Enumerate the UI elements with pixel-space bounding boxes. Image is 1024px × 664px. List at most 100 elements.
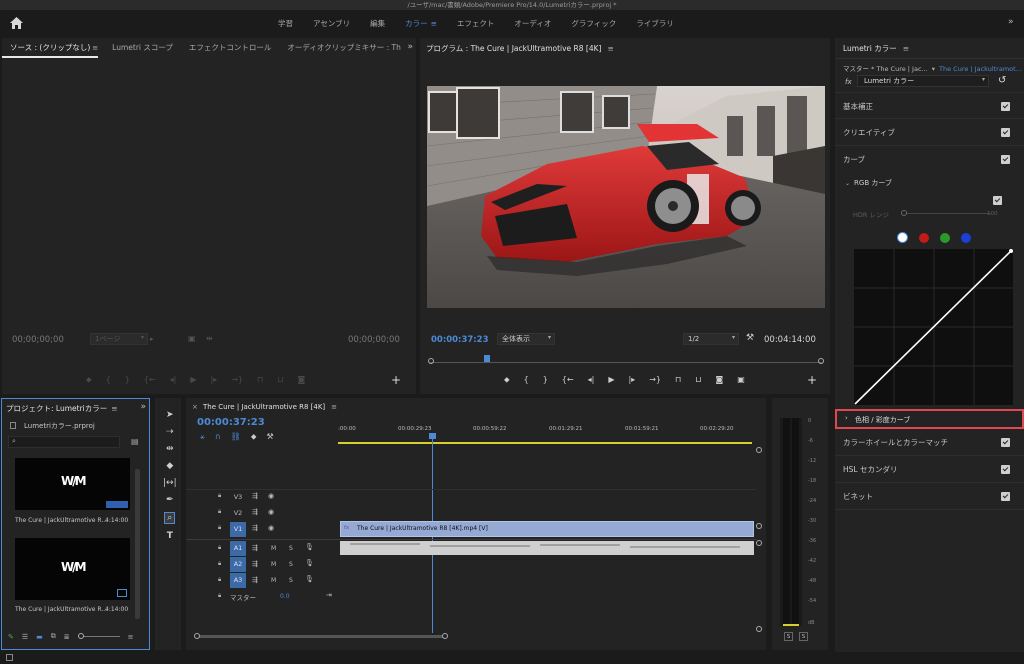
step-back-icon[interactable]: ◂| xyxy=(588,375,595,385)
lumetri-title[interactable]: Lumetri カラー ≡ xyxy=(843,43,909,54)
workspace-assembly[interactable]: アセンブリ xyxy=(303,18,360,29)
section-hsl[interactable]: HSL セカンダリ xyxy=(835,456,1024,483)
program-scrubber[interactable] xyxy=(428,355,824,366)
zoom-slider[interactable] xyxy=(77,633,120,639)
step-back-icon[interactable]: ◂| xyxy=(170,375,177,385)
timeline-title[interactable]: The Cure | JackUltramotive R8 [4K] ≡ xyxy=(203,403,337,411)
section-vignette[interactable]: ビネット xyxy=(835,483,1024,510)
step-forward-icon[interactable]: |▸ xyxy=(210,375,217,385)
compare-icon[interactable]: ▣ xyxy=(737,375,745,385)
reset-icon[interactable]: ↺ xyxy=(998,75,1006,86)
hdr-range-slider[interactable] xyxy=(901,210,991,216)
workspace-menu-icon[interactable]: ≡ xyxy=(431,19,447,28)
project-scrollbar[interactable] xyxy=(135,469,140,619)
section-curves[interactable]: カーブ xyxy=(835,146,1024,173)
marker-icon[interactable]: ⬥ xyxy=(86,375,92,385)
go-to-in-icon[interactable]: {← xyxy=(144,375,156,385)
lift-icon[interactable]: ⊓ xyxy=(675,375,681,385)
workspace-learn[interactable]: 学習 xyxy=(268,18,303,29)
section-hue-sat-highlight[interactable]: › 色相 / 彩度カーブ xyxy=(835,409,1024,429)
program-timecode[interactable]: 00:00:37:23 xyxy=(431,335,489,345)
video-clip[interactable]: fx The Cure | JackUltramotive R8 [4K].mp… xyxy=(340,521,754,537)
eye-icon[interactable]: ◉ xyxy=(268,492,274,500)
go-to-end-icon[interactable]: ⇥ xyxy=(326,591,332,599)
track-select-tool-icon[interactable]: ⇢ xyxy=(166,427,174,437)
track-a1[interactable]: 🔒︎ A1 ⇶ M S 🎙︎ xyxy=(186,541,338,557)
source-page-select[interactable]: 1ページ ▾ xyxy=(90,333,148,345)
sync-icon[interactable]: ⇶ xyxy=(252,576,258,584)
lock-icon[interactable]: 🔒︎ xyxy=(218,592,221,600)
mic-icon[interactable]: 🎙︎ xyxy=(305,559,314,567)
pen-tool-icon[interactable]: ✒ xyxy=(166,495,174,505)
timeline-settings-icon[interactable]: ⚒ xyxy=(266,432,273,442)
type-tool-icon[interactable]: T xyxy=(167,531,173,541)
checkbox-hsl[interactable] xyxy=(1001,465,1010,474)
nest-icon[interactable]: ⚹ xyxy=(200,432,205,442)
section-basic[interactable]: 基本補正 xyxy=(835,92,1024,119)
track-a2[interactable]: 🔒︎ A2 ⇶ M S 🎙︎ xyxy=(186,557,338,573)
add-marker-icon[interactable]: ⬥ xyxy=(251,432,257,442)
camera-icon[interactable]: ◙ xyxy=(715,375,723,385)
tab-audio-clip-mixer[interactable]: オーディオクリップミキサー : Th xyxy=(279,38,408,58)
go-to-out-icon[interactable]: →} xyxy=(231,375,243,385)
checkbox-creative[interactable] xyxy=(1001,128,1010,137)
sync-icon[interactable]: ⇶ xyxy=(252,524,258,532)
solo-button[interactable]: S xyxy=(289,577,293,584)
program-title[interactable]: プログラム : The Cure | JackUltramotive R8 [4… xyxy=(426,43,614,54)
tab-effect-controls[interactable]: エフェクトコントロール xyxy=(181,38,280,58)
home-icon[interactable] xyxy=(10,17,23,29)
linked-selection-icon[interactable]: ⛓ xyxy=(231,432,241,442)
ripple-edit-tool-icon[interactable]: ⇹ xyxy=(166,444,174,454)
checkbox-vignette[interactable] xyxy=(1001,492,1010,501)
step-forward-icon[interactable]: |▸ xyxy=(628,375,635,385)
sync-icon[interactable]: ⇶ xyxy=(252,544,258,552)
panel-menu-icon[interactable]: ≡ xyxy=(331,403,337,411)
project-menu-icon[interactable]: ≡ xyxy=(128,633,134,641)
master-clip-selector[interactable]: マスター * The Cure | Jac... ▾ The Cure | Jack… xyxy=(843,63,1022,73)
mark-out-icon[interactable]: } xyxy=(543,375,548,385)
insert-icon[interactable]: ⊓ xyxy=(257,375,263,385)
solo-left-button[interactable]: S xyxy=(784,632,793,641)
tab-menu-icon[interactable]: ≡ xyxy=(92,44,98,52)
list-view-icon[interactable]: ☰ xyxy=(22,633,28,641)
source-timecode-right[interactable]: 00;00;00;00 xyxy=(348,335,400,345)
mark-out-icon[interactable]: } xyxy=(125,375,130,385)
go-to-out-icon[interactable]: →} xyxy=(649,375,661,385)
tab-source[interactable]: ソース : (クリップなし) xyxy=(2,38,99,58)
freeform-view-icon[interactable]: ⧉ xyxy=(51,632,56,641)
lock-icon[interactable]: 🔒︎ xyxy=(218,544,221,552)
camera-icon[interactable]: ◙ xyxy=(297,375,305,385)
track-v3[interactable]: 🔒︎ V3 ⇶ ◉ xyxy=(186,490,338,506)
master-volume[interactable]: 0.0 xyxy=(280,593,290,600)
rgb-curves-header[interactable]: ⌄ RGB カーブ xyxy=(845,178,892,188)
new-bin-icon[interactable]: ▤ xyxy=(131,437,139,446)
checkbox-curves[interactable] xyxy=(1001,155,1010,164)
section-color-wheels[interactable]: カラーホイールとカラーマッチ xyxy=(835,429,1024,456)
track-v2[interactable]: 🔒︎ V2 ⇶ ◉ xyxy=(186,506,338,522)
resolution-select[interactable]: 1/2 ▾ xyxy=(683,333,739,345)
sort-icon[interactable]: ≣ xyxy=(64,633,70,641)
timeline-close-icon[interactable]: × xyxy=(192,403,198,411)
workspace-overflow-icon[interactable]: » xyxy=(1008,17,1014,27)
lock-icon[interactable]: 🔒︎ xyxy=(218,576,221,584)
mark-in-icon[interactable]: { xyxy=(524,375,529,385)
timeline-timecode[interactable]: 00:00:37:23 xyxy=(197,417,265,428)
solo-button[interactable]: S xyxy=(289,545,293,552)
checkbox-basic[interactable] xyxy=(1001,102,1010,111)
project-search-input[interactable]: ⌕ xyxy=(8,436,120,448)
mark-in-icon[interactable]: { xyxy=(106,375,111,385)
overwrite-icon[interactable]: ⊔ xyxy=(277,375,283,385)
project-item-2-thumb[interactable]: W/M xyxy=(15,538,130,600)
curve-channel-blue[interactable] xyxy=(961,233,971,243)
selection-tool-icon[interactable]: ➤ xyxy=(166,410,174,420)
pencil-icon[interactable]: ✎ xyxy=(8,633,14,641)
panel-menu-icon[interactable]: ≡ xyxy=(111,404,117,413)
lock-icon[interactable]: 🔒︎ xyxy=(218,560,221,568)
mute-button[interactable]: M xyxy=(271,561,276,568)
mute-button[interactable]: M xyxy=(271,545,276,552)
play-icon[interactable]: ▶ xyxy=(608,375,614,385)
workspace-libraries[interactable]: ライブラリ xyxy=(626,18,684,29)
tab-lumetri-scopes[interactable]: Lumetri スコープ xyxy=(104,38,181,58)
workspace-effects[interactable]: エフェクト xyxy=(447,18,505,29)
workspace-graphics[interactable]: グラフィック xyxy=(561,18,626,29)
